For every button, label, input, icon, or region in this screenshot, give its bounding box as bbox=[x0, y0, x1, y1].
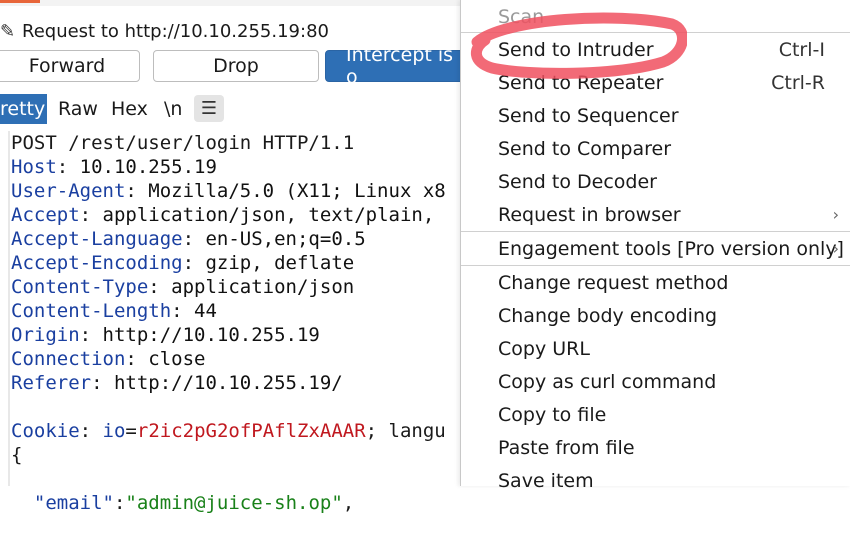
menu-item-label: Request in browser bbox=[498, 203, 681, 226]
menu-item-send-to-repeater[interactable]: Send to Repeater Ctrl-R bbox=[461, 66, 850, 99]
menu-item-change-body-encoding[interactable]: Change body encoding bbox=[461, 299, 850, 332]
drop-button[interactable]: Drop bbox=[153, 50, 319, 82]
header-value: Mozilla/5.0 (X11; Linux x8 bbox=[148, 180, 446, 202]
menu-item-paste-from-file[interactable]: Paste from file bbox=[461, 431, 850, 464]
header-name: Origin bbox=[11, 324, 80, 346]
header-name: User-Agent bbox=[11, 180, 126, 202]
menu-shortcut: Ctrl-R bbox=[771, 71, 825, 94]
chevron-right-icon: › bbox=[832, 239, 839, 258]
request-target-bar: ✎ Request to http://10.10.255.19:80 bbox=[0, 16, 329, 46]
header-value: en-US,en;q=0.5 bbox=[205, 228, 366, 250]
menu-item-copy-to-file[interactable]: Copy to file bbox=[461, 398, 850, 431]
menu-item-label: Change request method bbox=[498, 271, 729, 294]
header-name: Content-Length bbox=[11, 300, 172, 322]
menu-item-copy-as-curl-command[interactable]: Copy as curl command bbox=[461, 365, 850, 398]
header-value: http://10.10.255.19/ bbox=[113, 372, 343, 394]
menu-item-send-to-comparer[interactable]: Send to Comparer bbox=[461, 132, 850, 165]
menu-item-label: Save item bbox=[498, 469, 594, 492]
tab-pretty[interactable]: retty bbox=[0, 94, 47, 124]
menu-item-label: Send to Repeater bbox=[498, 71, 664, 94]
tab-raw[interactable]: Raw bbox=[58, 94, 98, 124]
cookie-value: r2ic2pG2ofPAflZxAAAR bbox=[136, 420, 366, 442]
menu-item-label: Copy to file bbox=[498, 403, 607, 426]
menu-separator bbox=[461, 231, 850, 232]
menu-item-label: Send to Decoder bbox=[498, 170, 657, 193]
menu-item-scan: Scan bbox=[461, 0, 850, 33]
header-name: Connection bbox=[11, 348, 126, 370]
menu-separator bbox=[461, 265, 850, 266]
message-view-tabs: retty Raw Hex \n ☰ bbox=[0, 94, 460, 124]
menu-item-change-request-method[interactable]: Change request method bbox=[461, 266, 850, 299]
forward-button[interactable]: Forward bbox=[0, 50, 140, 82]
json-email-line: "email":"admin@juice-sh.op", bbox=[33, 492, 355, 514]
menu-item-label: Copy as curl command bbox=[498, 370, 717, 393]
menu-item-label: Change body encoding bbox=[498, 304, 718, 327]
header-value: application/json, text/plain, bbox=[102, 204, 435, 226]
header-name: Cookie bbox=[11, 420, 80, 442]
menu-item-send-to-sequencer[interactable]: Send to Sequencer bbox=[461, 99, 850, 132]
header-name: Content-Type bbox=[11, 276, 149, 298]
cookie-header-line: Cookie: io=r2ic2pG2ofPAflZxAAAR; langu bbox=[11, 420, 446, 442]
menu-item-send-to-decoder[interactable]: Send to Decoder bbox=[461, 165, 850, 198]
menu-item-copy-url[interactable]: Copy URL bbox=[461, 332, 850, 365]
menu-item-label: Copy URL bbox=[498, 337, 590, 360]
header-name: Accept bbox=[11, 204, 80, 226]
intercept-toggle-button[interactable]: Intercept is o bbox=[325, 44, 465, 88]
menu-item-label: Send to Comparer bbox=[498, 137, 672, 160]
header-name: Referer bbox=[11, 372, 92, 394]
menu-item-save-item[interactable]: Save item bbox=[461, 464, 850, 497]
menu-item-label: Scan bbox=[498, 5, 545, 28]
request-target-label: Request to http://10.10.255.19:80 bbox=[22, 20, 329, 42]
active-tab-accent bbox=[0, 0, 40, 3]
tab-newline-toggle[interactable]: \n bbox=[164, 94, 182, 124]
menu-shortcut: Ctrl-I bbox=[778, 38, 825, 61]
header-value: gzip, deflate bbox=[205, 252, 355, 274]
menu-item-label: Engagement tools [Pro version only] bbox=[498, 237, 844, 260]
json-string: "admin@juice-sh.op" bbox=[125, 492, 343, 514]
tab-hex[interactable]: Hex bbox=[111, 94, 148, 124]
header-value: close bbox=[148, 348, 206, 370]
header-value: application/json bbox=[171, 276, 355, 298]
menu-item-label: Send to Intruder bbox=[498, 38, 654, 61]
menu-item-label: Paste from file bbox=[498, 436, 635, 459]
pencil-icon[interactable]: ✎ bbox=[0, 21, 20, 42]
top-tab-strip bbox=[0, 0, 460, 6]
header-value: http://10.10.255.19 bbox=[102, 324, 320, 346]
context-menu: Scan Send to Intruder Ctrl-I Send to Repeat… bbox=[460, 0, 850, 492]
header-value: 10.10.255.19 bbox=[79, 156, 217, 178]
header-name: Accept-Language bbox=[11, 228, 183, 250]
chevron-right-icon: › bbox=[832, 205, 839, 224]
menu-item-label: Send to Sequencer bbox=[498, 104, 679, 127]
header-name: Accept-Encoding bbox=[11, 252, 183, 274]
menu-separator bbox=[461, 32, 850, 33]
menu-item-request-in-browser[interactable]: Request in browser › bbox=[461, 198, 850, 231]
hamburger-menu-icon[interactable]: ☰ bbox=[194, 95, 224, 122]
json-key: "email" bbox=[33, 492, 114, 514]
header-value: 44 bbox=[194, 300, 217, 322]
menu-item-send-to-intruder[interactable]: Send to Intruder Ctrl-I bbox=[461, 33, 850, 66]
header-name: Host bbox=[11, 156, 57, 178]
menu-item-engagement-tools-pro-version-only[interactable]: Engagement tools [Pro version only] › bbox=[461, 232, 850, 265]
